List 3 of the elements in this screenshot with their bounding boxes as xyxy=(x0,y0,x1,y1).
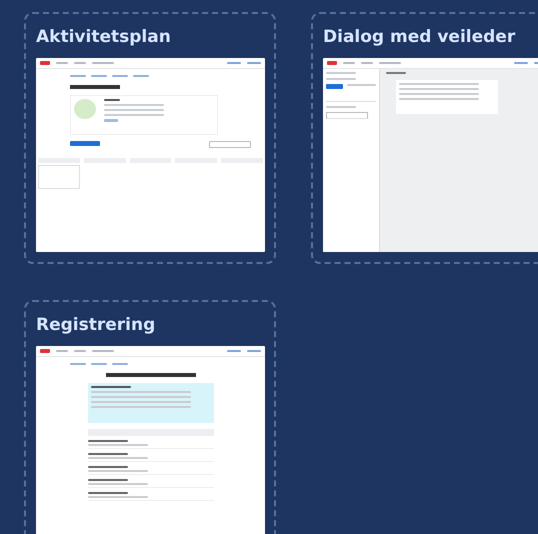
card-title: Aktivitetsplan xyxy=(36,26,172,49)
card-title: Registrering xyxy=(36,314,156,337)
card-title: Dialog med veileder xyxy=(323,26,516,49)
